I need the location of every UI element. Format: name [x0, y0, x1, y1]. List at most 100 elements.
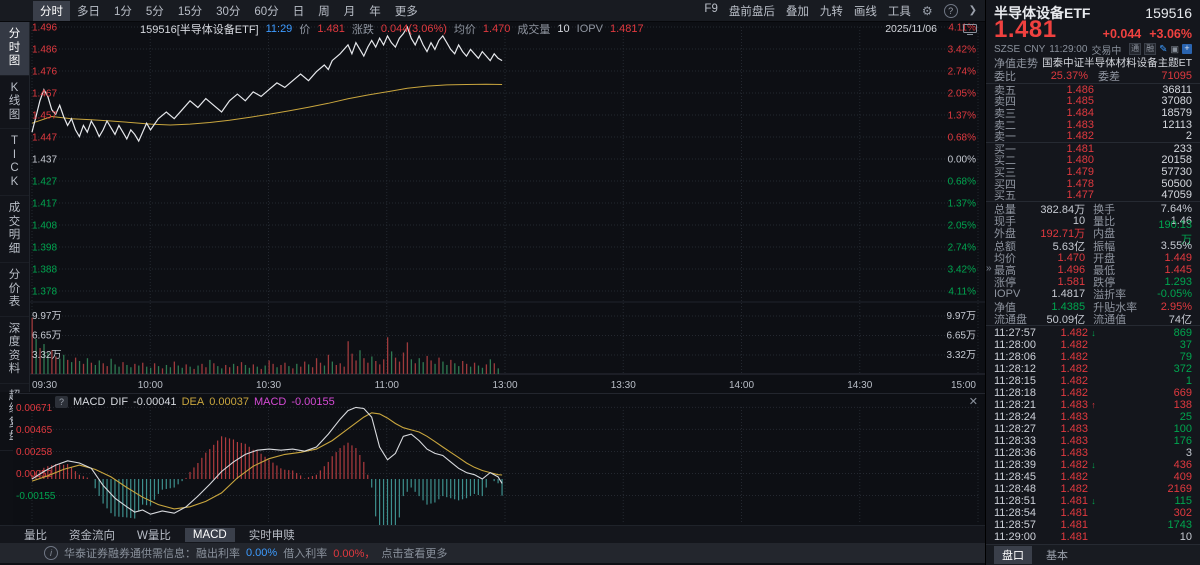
toolbar-action-4[interactable]: 九转: [820, 3, 843, 19]
quote-time: 11:29: [266, 23, 293, 35]
svg-text:3.42%: 3.42%: [948, 45, 976, 56]
toolbar-tab-9[interactable]: 周: [311, 1, 337, 21]
expand-arrow-icon[interactable]: ❯: [969, 5, 977, 16]
settings-gear-icon[interactable]: ⚙: [922, 4, 933, 18]
svg-text:10:00: 10:00: [138, 380, 163, 391]
svg-text:3.32万: 3.32万: [32, 350, 61, 361]
avg-value: 1.470: [483, 23, 511, 35]
tick-volume: 409: [1099, 471, 1192, 483]
dea-value: 0.00037: [209, 396, 249, 408]
toolbar-action-2[interactable]: 盘前盘后: [729, 3, 775, 19]
tick-row[interactable]: 11:28:241.48325: [986, 411, 1200, 423]
svg-text:1.37%: 1.37%: [948, 111, 976, 122]
stat-value: 1.470: [1040, 252, 1085, 264]
tick-price: 1.482: [1046, 327, 1088, 339]
collapse-panel-icon[interactable]: »: [986, 264, 992, 274]
snapshot-icon[interactable]: ▣: [1170, 44, 1179, 55]
sidebar-item-2[interactable]: K 线 图: [0, 76, 29, 130]
stat-value: 1.445: [1149, 264, 1192, 276]
bid-row-volume: 233: [1094, 143, 1192, 155]
help-icon[interactable]: ?: [944, 4, 958, 18]
tick-row[interactable]: 11:28:361.4833: [986, 447, 1200, 459]
toolbar-action-5[interactable]: 画线: [854, 3, 877, 19]
notice-more-link[interactable]: 点击查看更多: [381, 545, 447, 561]
indicator-tab-2[interactable]: 资金流向: [61, 526, 123, 544]
tick-row[interactable]: 11:28:571.4811743: [986, 519, 1200, 531]
toolbar-tab-7[interactable]: 60分: [247, 1, 285, 21]
tick-row[interactable]: 11:28:001.48237: [986, 339, 1200, 351]
tick-row[interactable]: 11:28:151.4821: [986, 375, 1200, 387]
price-volume-chart[interactable]: 1.4964.11%1.4863.42%1.4762.74%1.4672.05%…: [30, 22, 985, 393]
indicator-tab-3[interactable]: W量比: [129, 526, 179, 544]
toolbar-tab-12[interactable]: 更多: [388, 1, 425, 21]
tick-row[interactable]: 11:28:211.483↑138: [986, 399, 1200, 411]
tab-order-book[interactable]: 盘口: [994, 546, 1032, 564]
sidebar-item-4[interactable]: 成 交 明 细: [0, 196, 29, 263]
tick-price: 1.483: [1046, 435, 1088, 447]
indicator-help-icon[interactable]: ?: [55, 396, 68, 408]
tick-row[interactable]: 11:28:181.482669: [986, 387, 1200, 399]
monitor-icon[interactable]: [963, 24, 977, 35]
tick-row[interactable]: 11:28:511.481↓115: [986, 495, 1200, 507]
ask-row-price: 1.482: [1030, 130, 1094, 142]
sidebar-item-6[interactable]: 深 度 资 料: [0, 317, 29, 384]
svg-text:09:30: 09:30: [32, 380, 57, 391]
sidebar-item-1[interactable]: 分 时 图: [0, 22, 29, 76]
toolbar-tab-1[interactable]: 分时: [33, 1, 70, 21]
tick-row[interactable]: 11:28:451.482409: [986, 471, 1200, 483]
tick-direction-icon: ↓: [1088, 460, 1099, 470]
sidebar-item-label: 分 时 图: [9, 28, 21, 69]
toolbar-action-1[interactable]: F9: [704, 3, 717, 19]
svg-text:6.65万: 6.65万: [32, 331, 61, 342]
svg-text:3.42%: 3.42%: [948, 265, 976, 276]
toolbar-action-3[interactable]: 叠加: [786, 3, 809, 19]
tick-row[interactable]: 11:28:271.483100: [986, 423, 1200, 435]
indicator-tab-4[interactable]: MACD: [185, 528, 235, 542]
stat-value: 1.496: [1040, 264, 1085, 276]
tick-volume: 176: [1099, 435, 1192, 447]
tick-volume: 3: [1099, 447, 1192, 459]
svg-text:1.398: 1.398: [32, 243, 57, 254]
macd-chart[interactable]: 0.006710.004650.002580.00052-0.00155: [13, 394, 985, 526]
macd-header: ? MACD DIF -0.00041 DEA 0.00037 MACD -0.…: [55, 395, 335, 408]
svg-text:6.65万: 6.65万: [947, 331, 976, 342]
toolbar-tab-6[interactable]: 30分: [209, 1, 247, 21]
weicha-label: 委差: [1098, 68, 1120, 84]
toolbar-tab-8[interactable]: 日: [286, 1, 312, 21]
ask-row-volume: 2: [1094, 130, 1192, 142]
tick-price: 1.482: [1046, 471, 1088, 483]
notice-bar: i 华泰证券融券通供需信息：融出利率 0.00% 借入利率 0.00%， 点击查…: [0, 543, 985, 563]
add-icon[interactable]: +: [1182, 44, 1192, 54]
tick-time: 11:28:48: [994, 483, 1046, 495]
tick-row[interactable]: 11:29:001.48110: [986, 531, 1200, 543]
tick-row[interactable]: 11:28:121.482372: [986, 363, 1200, 375]
sidebar-item-5[interactable]: 分 价 表: [0, 263, 29, 317]
tick-time: 11:28:57: [994, 519, 1046, 531]
pencil-icon[interactable]: ✎: [1159, 44, 1167, 55]
tick-row[interactable]: 11:28:541.481302: [986, 507, 1200, 519]
ask-row-volume: 12113: [1094, 119, 1192, 131]
toolbar-action-6[interactable]: 工具: [888, 3, 911, 19]
toolbar-tab-3[interactable]: 1分: [107, 1, 139, 21]
tick-price: 1.482: [1046, 363, 1088, 375]
toolbar-tab-10[interactable]: 月: [337, 1, 363, 21]
sidebar-item-3[interactable]: T I C K: [0, 129, 29, 196]
toolbar-tab-2[interactable]: 多日: [70, 1, 107, 21]
notice-mid-text: 借入利率: [283, 545, 327, 561]
toolbar-tab-5[interactable]: 15分: [171, 1, 209, 21]
tick-row[interactable]: 11:28:481.4822169: [986, 483, 1200, 495]
tick-row[interactable]: 11:28:391.482↓436: [986, 459, 1200, 471]
indicator-tab-5[interactable]: 实时申赎: [241, 526, 303, 544]
tick-volume: 37: [1099, 339, 1192, 351]
indicator-tab-1[interactable]: 量比: [16, 526, 55, 544]
tick-row[interactable]: 11:28:061.48279: [986, 351, 1200, 363]
tick-row[interactable]: 11:28:331.483176: [986, 435, 1200, 447]
stats-row: 流通盘50.09亿流通值74亿: [986, 313, 1200, 325]
bid-row[interactable]: 买五1.47747059: [986, 189, 1200, 201]
iopv-value: 1.4817: [610, 23, 644, 35]
toolbar-tab-11[interactable]: 年: [362, 1, 388, 21]
tab-fundamentals[interactable]: 基本: [1038, 546, 1076, 564]
tick-row[interactable]: 11:27:571.482↓869: [986, 327, 1200, 339]
toolbar-tab-4[interactable]: 5分: [139, 1, 171, 21]
svg-text:1.486: 1.486: [32, 45, 57, 56]
